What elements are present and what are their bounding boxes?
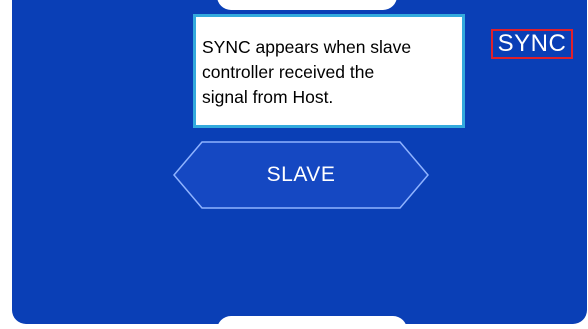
sync-indicator: SYNC <box>491 29 573 59</box>
callout-line-1: SYNC appears when slave <box>202 37 412 57</box>
slave-mode-button[interactable]: SLAVE <box>172 140 430 210</box>
slave-button-label: SLAVE <box>266 163 336 186</box>
callout-line-3: signal from Host. <box>202 87 334 107</box>
top-notch <box>217 0 397 10</box>
bottom-notch <box>217 316 407 324</box>
callout-line-2: controller received the <box>202 62 375 82</box>
annotation-callout: SYNC appears when slave controller recei… <box>193 14 465 128</box>
figure-stage: SLAVE SYNC SYNC appears when slave contr… <box>0 0 588 329</box>
